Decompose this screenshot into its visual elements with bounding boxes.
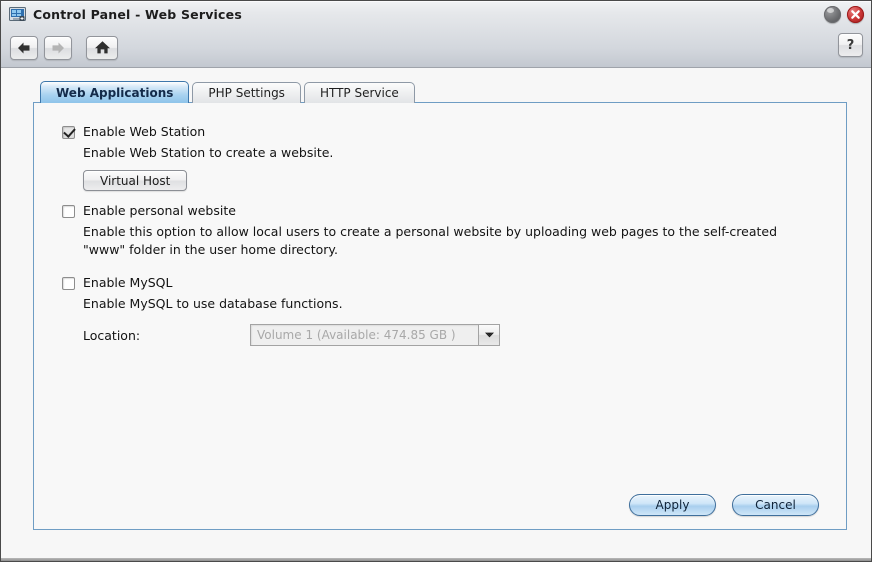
enable-personal-website-label: Enable personal website [83, 203, 236, 218]
window-title: Control Panel - Web Services [33, 7, 242, 22]
settings-panel: Enable Web Station Enable Web Station to… [33, 102, 847, 530]
personal-website-description: Enable this option to allow local users … [83, 224, 778, 257]
arrow-left-icon [18, 42, 30, 53]
arrow-right-icon [52, 42, 64, 53]
forward-button[interactable] [44, 35, 72, 60]
apply-label: Apply [655, 498, 690, 512]
personal-website-option[interactable]: Enable personal website [62, 203, 846, 219]
window-header: Control Panel - Web Services ? [1, 1, 871, 68]
navigation-toolbar: ? [1, 28, 871, 67]
web-station-description: Enable Web Station to create a website. [83, 145, 334, 160]
location-select-arrow[interactable] [478, 325, 499, 345]
tab-label: HTTP Service [319, 86, 399, 100]
tab-http-service[interactable]: HTTP Service [303, 82, 415, 103]
tab-label: PHP Settings [208, 86, 285, 100]
location-select-value: Volume 1 (Available: 474.85 GB ) [257, 328, 456, 342]
apply-button[interactable]: Apply [629, 494, 716, 516]
home-icon [94, 41, 110, 54]
control-panel-window: Control Panel - Web Services ? Web Appli… [0, 0, 872, 562]
location-select[interactable]: Volume 1 (Available: 474.85 GB ) [250, 324, 500, 346]
virtual-host-button[interactable]: Virtual Host [83, 170, 188, 191]
tab-web-applications[interactable]: Web Applications [40, 81, 190, 103]
minimize-button[interactable] [824, 6, 841, 23]
close-icon [851, 10, 860, 19]
title-bar: Control Panel - Web Services [1, 1, 871, 28]
mysql-description: Enable MySQL to use database functions. [83, 296, 343, 311]
settings-content: Enable Web Station Enable Web Station to… [34, 103, 846, 481]
cancel-label: Cancel [755, 498, 796, 512]
enable-web-station-label: Enable Web Station [83, 124, 206, 139]
tab-php-settings[interactable]: PHP Settings [192, 82, 301, 103]
help-label: ? [846, 37, 855, 53]
location-label: Location: [83, 327, 141, 343]
enable-web-station-checkbox[interactable] [62, 126, 75, 139]
web-station-option[interactable]: Enable Web Station [62, 124, 846, 140]
enable-personal-website-checkbox[interactable] [62, 205, 75, 218]
tab-label: Web Applications [56, 85, 174, 100]
mysql-option[interactable]: Enable MySQL [62, 275, 846, 291]
tab-bar: Web Applications PHP Settings HTTP Servi… [33, 81, 847, 103]
panel-footer: Apply Cancel [34, 481, 846, 529]
enable-mysql-checkbox[interactable] [62, 277, 75, 290]
window-controls [824, 6, 864, 23]
control-panel-icon [9, 7, 26, 21]
mysql-location-row: Location: Volume 1 (Available: 474.85 GB… [83, 324, 846, 346]
home-button[interactable] [86, 35, 118, 60]
cancel-button[interactable]: Cancel [732, 494, 819, 516]
close-button[interactable] [847, 6, 864, 23]
chevron-down-icon [484, 332, 494, 338]
back-button[interactable] [10, 35, 38, 60]
virtual-host-label: Virtual Host [100, 173, 171, 188]
help-button[interactable]: ? [838, 33, 863, 57]
enable-mysql-label: Enable MySQL [83, 275, 173, 290]
window-body: Web Applications PHP Settings HTTP Servi… [1, 68, 871, 561]
